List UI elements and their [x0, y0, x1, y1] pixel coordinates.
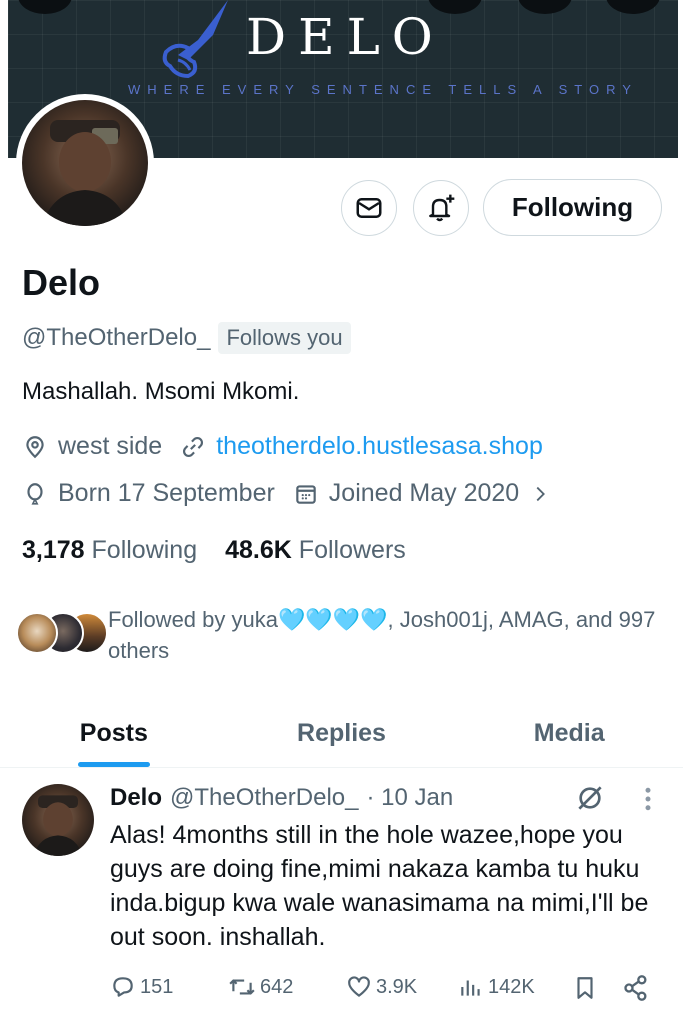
profile-name: Delo	[22, 262, 101, 303]
bell-plus-icon	[429, 194, 455, 222]
website-item[interactable]: theotherdelo.hustlesasa.shop	[180, 432, 543, 461]
avatar-photo-icon	[42, 120, 128, 226]
banner-tagline: WHERE EVERY SENTENCE TELLS A STORY	[128, 82, 638, 97]
banner-title: DELO	[246, 8, 445, 66]
follower-avatar	[16, 612, 58, 654]
banner-decoration	[18, 0, 72, 14]
reply-count: 151	[140, 975, 174, 998]
joined-text: Joined May 2020	[328, 479, 520, 507]
profile-bio: Mashallah. Msomi Mkomi.	[22, 378, 300, 405]
active-tab-indicator	[77, 762, 150, 767]
joined-item[interactable]: Joined May 2020	[293, 479, 561, 508]
tab-media[interactable]: Media	[455, 700, 683, 767]
followed-by-row[interactable]: Followed by yuka🩵🩵🩵🩵, Josh001j, AMAG, an…	[16, 604, 668, 666]
location-item: west side	[22, 432, 162, 461]
meta-row-dates: Born 17 September Joined May 2020	[22, 479, 579, 508]
followers-label: Followers	[298, 536, 406, 564]
meta-row-location: west side theotherdelo.hustlesasa.shop	[22, 432, 561, 461]
location-pin-icon	[26, 435, 44, 458]
banner-decoration	[518, 0, 572, 14]
like-count: 3.9K	[376, 975, 418, 998]
website-link[interactable]: theotherdelo.hustlesasa.shop	[216, 432, 543, 461]
profile-avatar[interactable]	[16, 94, 154, 232]
heart-icon	[348, 976, 370, 997]
profile-handle: @TheOtherDelo_	[22, 324, 211, 351]
handle-row: @TheOtherDelo_ Follows you	[22, 322, 351, 354]
location-text: west side	[58, 432, 163, 460]
post-text: Alas! 4months still in the hole wazee,ho…	[110, 821, 649, 951]
tab-label: Posts	[79, 719, 148, 747]
balloon-icon	[27, 482, 43, 505]
link-icon	[183, 436, 204, 457]
repost-button[interactable]: 642	[228, 974, 293, 1000]
following-count: 3,178	[22, 536, 85, 564]
followers-count-link[interactable]: 48.6K Followers	[225, 536, 406, 565]
share-icon[interactable]	[622, 974, 650, 1002]
follow-counts: 3,178 Following 48.6K Followers	[22, 536, 406, 565]
tab-label: Replies	[297, 719, 386, 747]
reply-icon	[113, 977, 133, 997]
following-count-link[interactable]: 3,178 Following	[22, 536, 197, 565]
followers-count: 48.6K	[225, 536, 292, 564]
views-count: 142K	[488, 975, 535, 998]
follows-you-badge: Follows you	[218, 322, 351, 354]
following-label: Following	[91, 536, 198, 564]
message-button[interactable]	[341, 180, 397, 236]
avatar-photo-icon	[33, 795, 83, 856]
banner-decoration	[606, 0, 660, 14]
post-handle[interactable]: @TheOtherDelo_	[170, 784, 358, 812]
followed-by-avatars	[16, 604, 108, 654]
calendar-icon	[296, 484, 316, 504]
following-button[interactable]: Following	[483, 179, 662, 236]
tab-posts[interactable]: Posts	[0, 700, 228, 767]
tab-label: Media	[533, 719, 605, 747]
views-icon	[461, 980, 480, 996]
post-actions: 151 642 3.9K 142K	[110, 974, 660, 1004]
quill-logo-icon	[162, 0, 228, 79]
more-options-icon[interactable]	[638, 784, 658, 814]
birthday-text: Born 17 September	[58, 479, 275, 507]
repost-icon	[229, 979, 255, 995]
like-button[interactable]: 3.9K	[346, 974, 417, 1000]
post[interactable]: Delo @TheOtherDelo_ · 10 Jan Alas! 4mont…	[0, 768, 683, 1024]
post-date[interactable]: · 10 Jan	[366, 784, 453, 812]
birthday-item: Born 17 September	[22, 479, 275, 508]
reply-button[interactable]: 151	[110, 974, 173, 1000]
bookmark-icon[interactable]	[572, 974, 598, 1002]
post-header: Delo @TheOtherDelo_ · 10 Jan	[110, 784, 453, 812]
notifications-button[interactable]	[413, 180, 469, 236]
tab-replies[interactable]: Replies	[228, 700, 456, 767]
profile-tabs: Posts Replies Media	[0, 700, 683, 768]
post-avatar[interactable]	[22, 784, 94, 856]
grok-icon[interactable]	[574, 782, 606, 814]
repost-count: 642	[260, 975, 294, 998]
views-button[interactable]: 142K	[458, 974, 535, 1000]
followed-by-text: Followed by yuka🩵🩵🩵🩵, Josh001j, AMAG, an…	[108, 607, 656, 663]
post-author[interactable]: Delo	[110, 784, 162, 812]
chevron-right-icon	[536, 486, 546, 501]
mail-icon	[356, 198, 382, 218]
